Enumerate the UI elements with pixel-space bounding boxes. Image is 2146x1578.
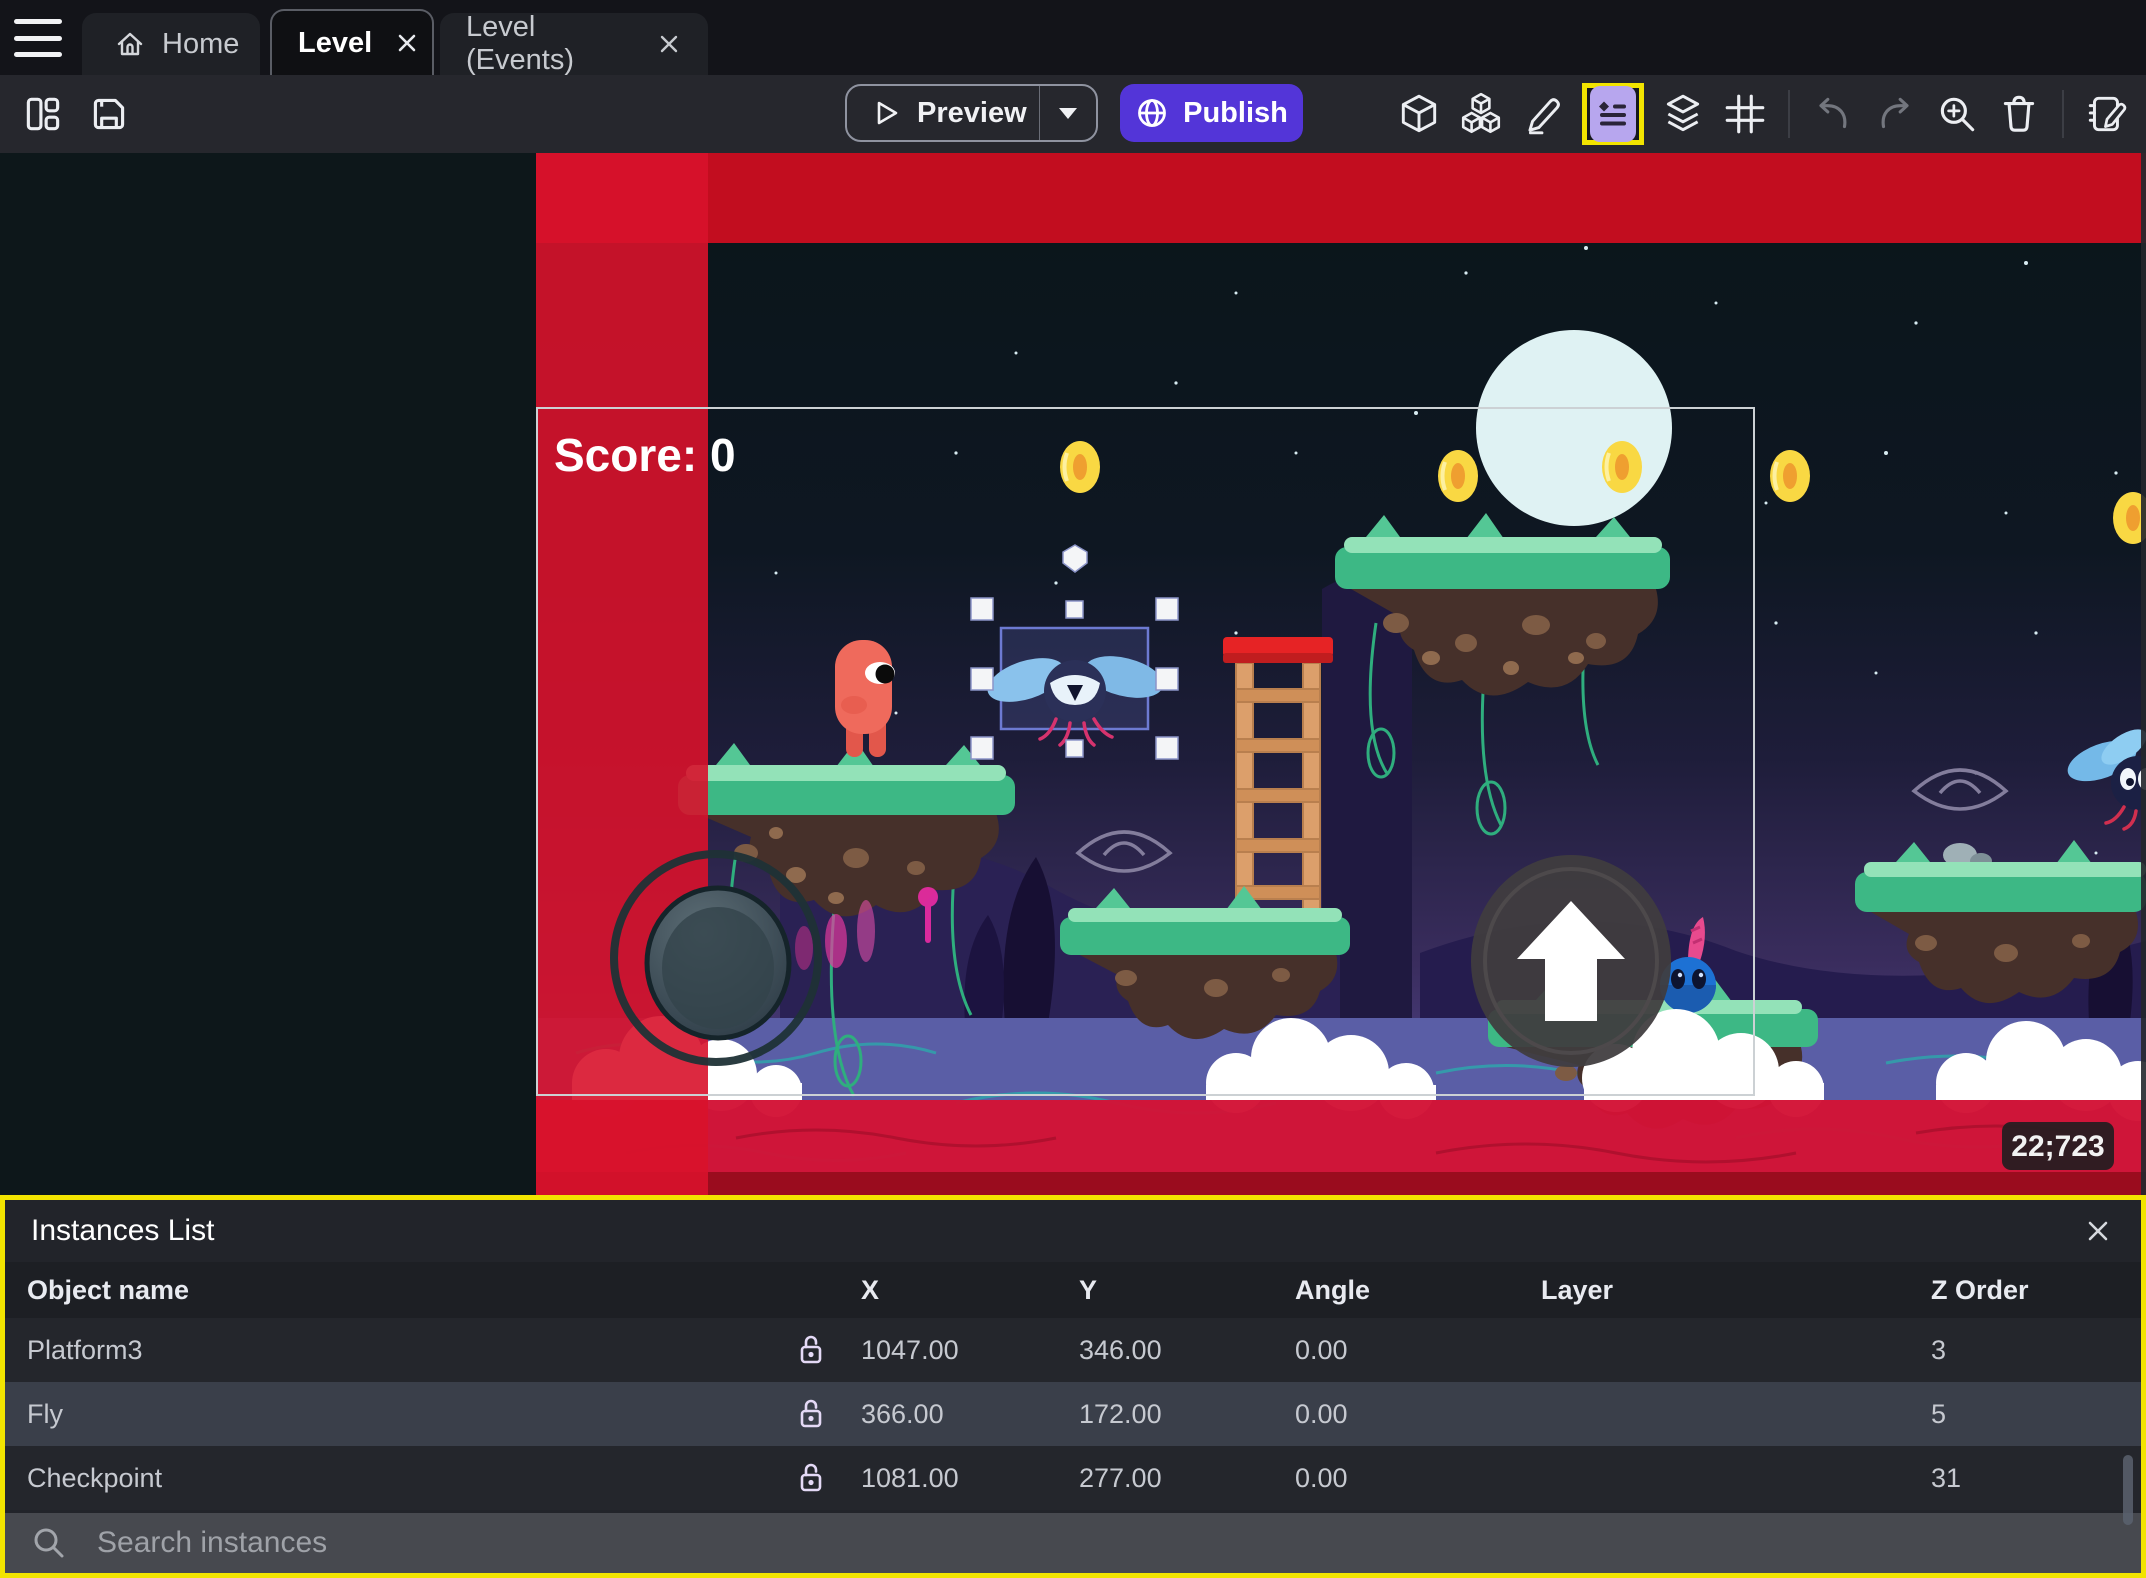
delete-trash-icon[interactable]	[1996, 91, 2042, 137]
unlock-icon[interactable]	[791, 1394, 831, 1434]
table-header: Object name X Y Angle Layer Z Order	[5, 1262, 2141, 1318]
close-panel-icon[interactable]	[2083, 1216, 2113, 1246]
table-row[interactable]: Platform3 1047.00 346.00 0.00 3	[5, 1318, 2141, 1382]
layers-icon[interactable]	[1660, 91, 1706, 137]
score-text: Score: 0	[554, 429, 736, 481]
scene-render[interactable]: Score: 0 22;723	[536, 153, 2146, 1195]
panel-scrollbar[interactable]	[2123, 1455, 2133, 1525]
redo-icon[interactable]	[1872, 91, 1918, 137]
chevron-down-icon	[1059, 108, 1077, 119]
tab-level-events[interactable]: Level (Events)	[440, 11, 708, 76]
zoom-in-icon[interactable]	[1934, 91, 1980, 137]
publish-button[interactable]: Publish	[1120, 84, 1303, 142]
instance-x: 1081.00	[861, 1462, 959, 1493]
grid-icon[interactable]	[1722, 91, 1768, 137]
search-bar	[5, 1513, 2141, 1573]
column-x: X	[861, 1274, 880, 1305]
tab-level-events-label: Level (Events)	[466, 11, 574, 76]
instance-name: Fly	[27, 1398, 63, 1429]
instance-y: 277.00	[1079, 1462, 1162, 1493]
instance-angle: 0.00	[1295, 1398, 1348, 1429]
column-angle: Angle	[1295, 1274, 1371, 1305]
objects-cubes-icon[interactable]	[1458, 91, 1504, 137]
toolbar-divider	[2062, 90, 2064, 138]
table-row[interactable]: Checkpoint 1081.00 277.00 0.00 31	[5, 1446, 2141, 1510]
column-z-order: Z Order	[1931, 1274, 2029, 1305]
instance-name: Checkpoint	[27, 1462, 163, 1493]
svg-text:22;723: 22;723	[2011, 1130, 2104, 1163]
close-icon[interactable]	[394, 30, 420, 56]
toolbar-divider	[1788, 90, 1790, 138]
scene-canvas[interactable]: Score: 0 22;723	[0, 153, 2146, 1195]
cube-3d-icon[interactable]	[1396, 91, 1442, 137]
menu-icon[interactable]	[14, 17, 62, 59]
tab-level[interactable]: Level	[270, 9, 434, 75]
tab-bar: Home Level Level (Events)	[0, 0, 2146, 76]
publish-label: Publish	[1183, 96, 1288, 129]
search-icon	[34, 1528, 64, 1558]
unlock-icon[interactable]	[791, 1330, 831, 1370]
cursor-coordinates-badge: 22;723	[2002, 1122, 2114, 1170]
unlock-icon[interactable]	[791, 1458, 831, 1498]
play-icon	[877, 101, 898, 125]
tab-level-label: Level	[298, 26, 373, 59]
instance-y: 346.00	[1079, 1334, 1162, 1365]
instance-x: 366.00	[861, 1398, 944, 1429]
instances-list-toggle-highlighted[interactable]	[1582, 83, 1644, 145]
preview-dropdown-button[interactable]	[1039, 86, 1096, 140]
instance-z-order: 5	[1931, 1398, 1947, 1429]
globe-icon	[1138, 99, 1167, 127]
table-row-selected[interactable]: Fly 366.00 172.00 0.00 5	[5, 1382, 2141, 1446]
panel-title: Instances List	[31, 1214, 215, 1247]
instance-name: Platform3	[27, 1334, 143, 1365]
instance-z-order: 31	[1931, 1462, 1962, 1493]
instance-angle: 0.00	[1295, 1334, 1348, 1365]
undo-icon[interactable]	[1810, 91, 1856, 137]
instance-angle: 0.00	[1295, 1462, 1348, 1493]
edit-pencil-icon[interactable]	[1520, 91, 1566, 137]
preview-label: Preview	[917, 96, 1027, 129]
instances-list-icon	[1590, 86, 1636, 142]
close-icon[interactable]	[656, 31, 682, 57]
search-input[interactable]	[95, 1525, 2117, 1561]
scene-properties-icon[interactable]	[2084, 91, 2130, 137]
instances-list-panel: Instances List Object name X Y Angle Lay…	[0, 1195, 2146, 1578]
layout-panels-icon[interactable]	[20, 91, 66, 137]
home-icon	[117, 32, 143, 56]
tab-home[interactable]: Home	[82, 13, 260, 75]
preview-button[interactable]: Preview	[845, 84, 1098, 142]
instance-y: 172.00	[1079, 1398, 1162, 1429]
canvas-right-edge	[2141, 153, 2146, 1195]
column-layer: Layer	[1541, 1274, 1614, 1305]
moon[interactable]	[1476, 330, 1672, 526]
toolbar: Preview Publish	[0, 75, 2146, 153]
jump-button[interactable]	[1471, 855, 1671, 1067]
column-y: Y	[1079, 1274, 1098, 1305]
selected-fly-instance[interactable]	[982, 626, 1167, 747]
app-window: Home Level Level (Events) Preview Publis…	[0, 0, 2146, 1578]
instance-z-order: 3	[1931, 1334, 1947, 1365]
tab-home-label: Home	[162, 27, 240, 60]
save-icon[interactable]	[86, 91, 132, 137]
instance-x: 1047.00	[861, 1334, 959, 1365]
column-object-name: Object name	[27, 1274, 190, 1305]
